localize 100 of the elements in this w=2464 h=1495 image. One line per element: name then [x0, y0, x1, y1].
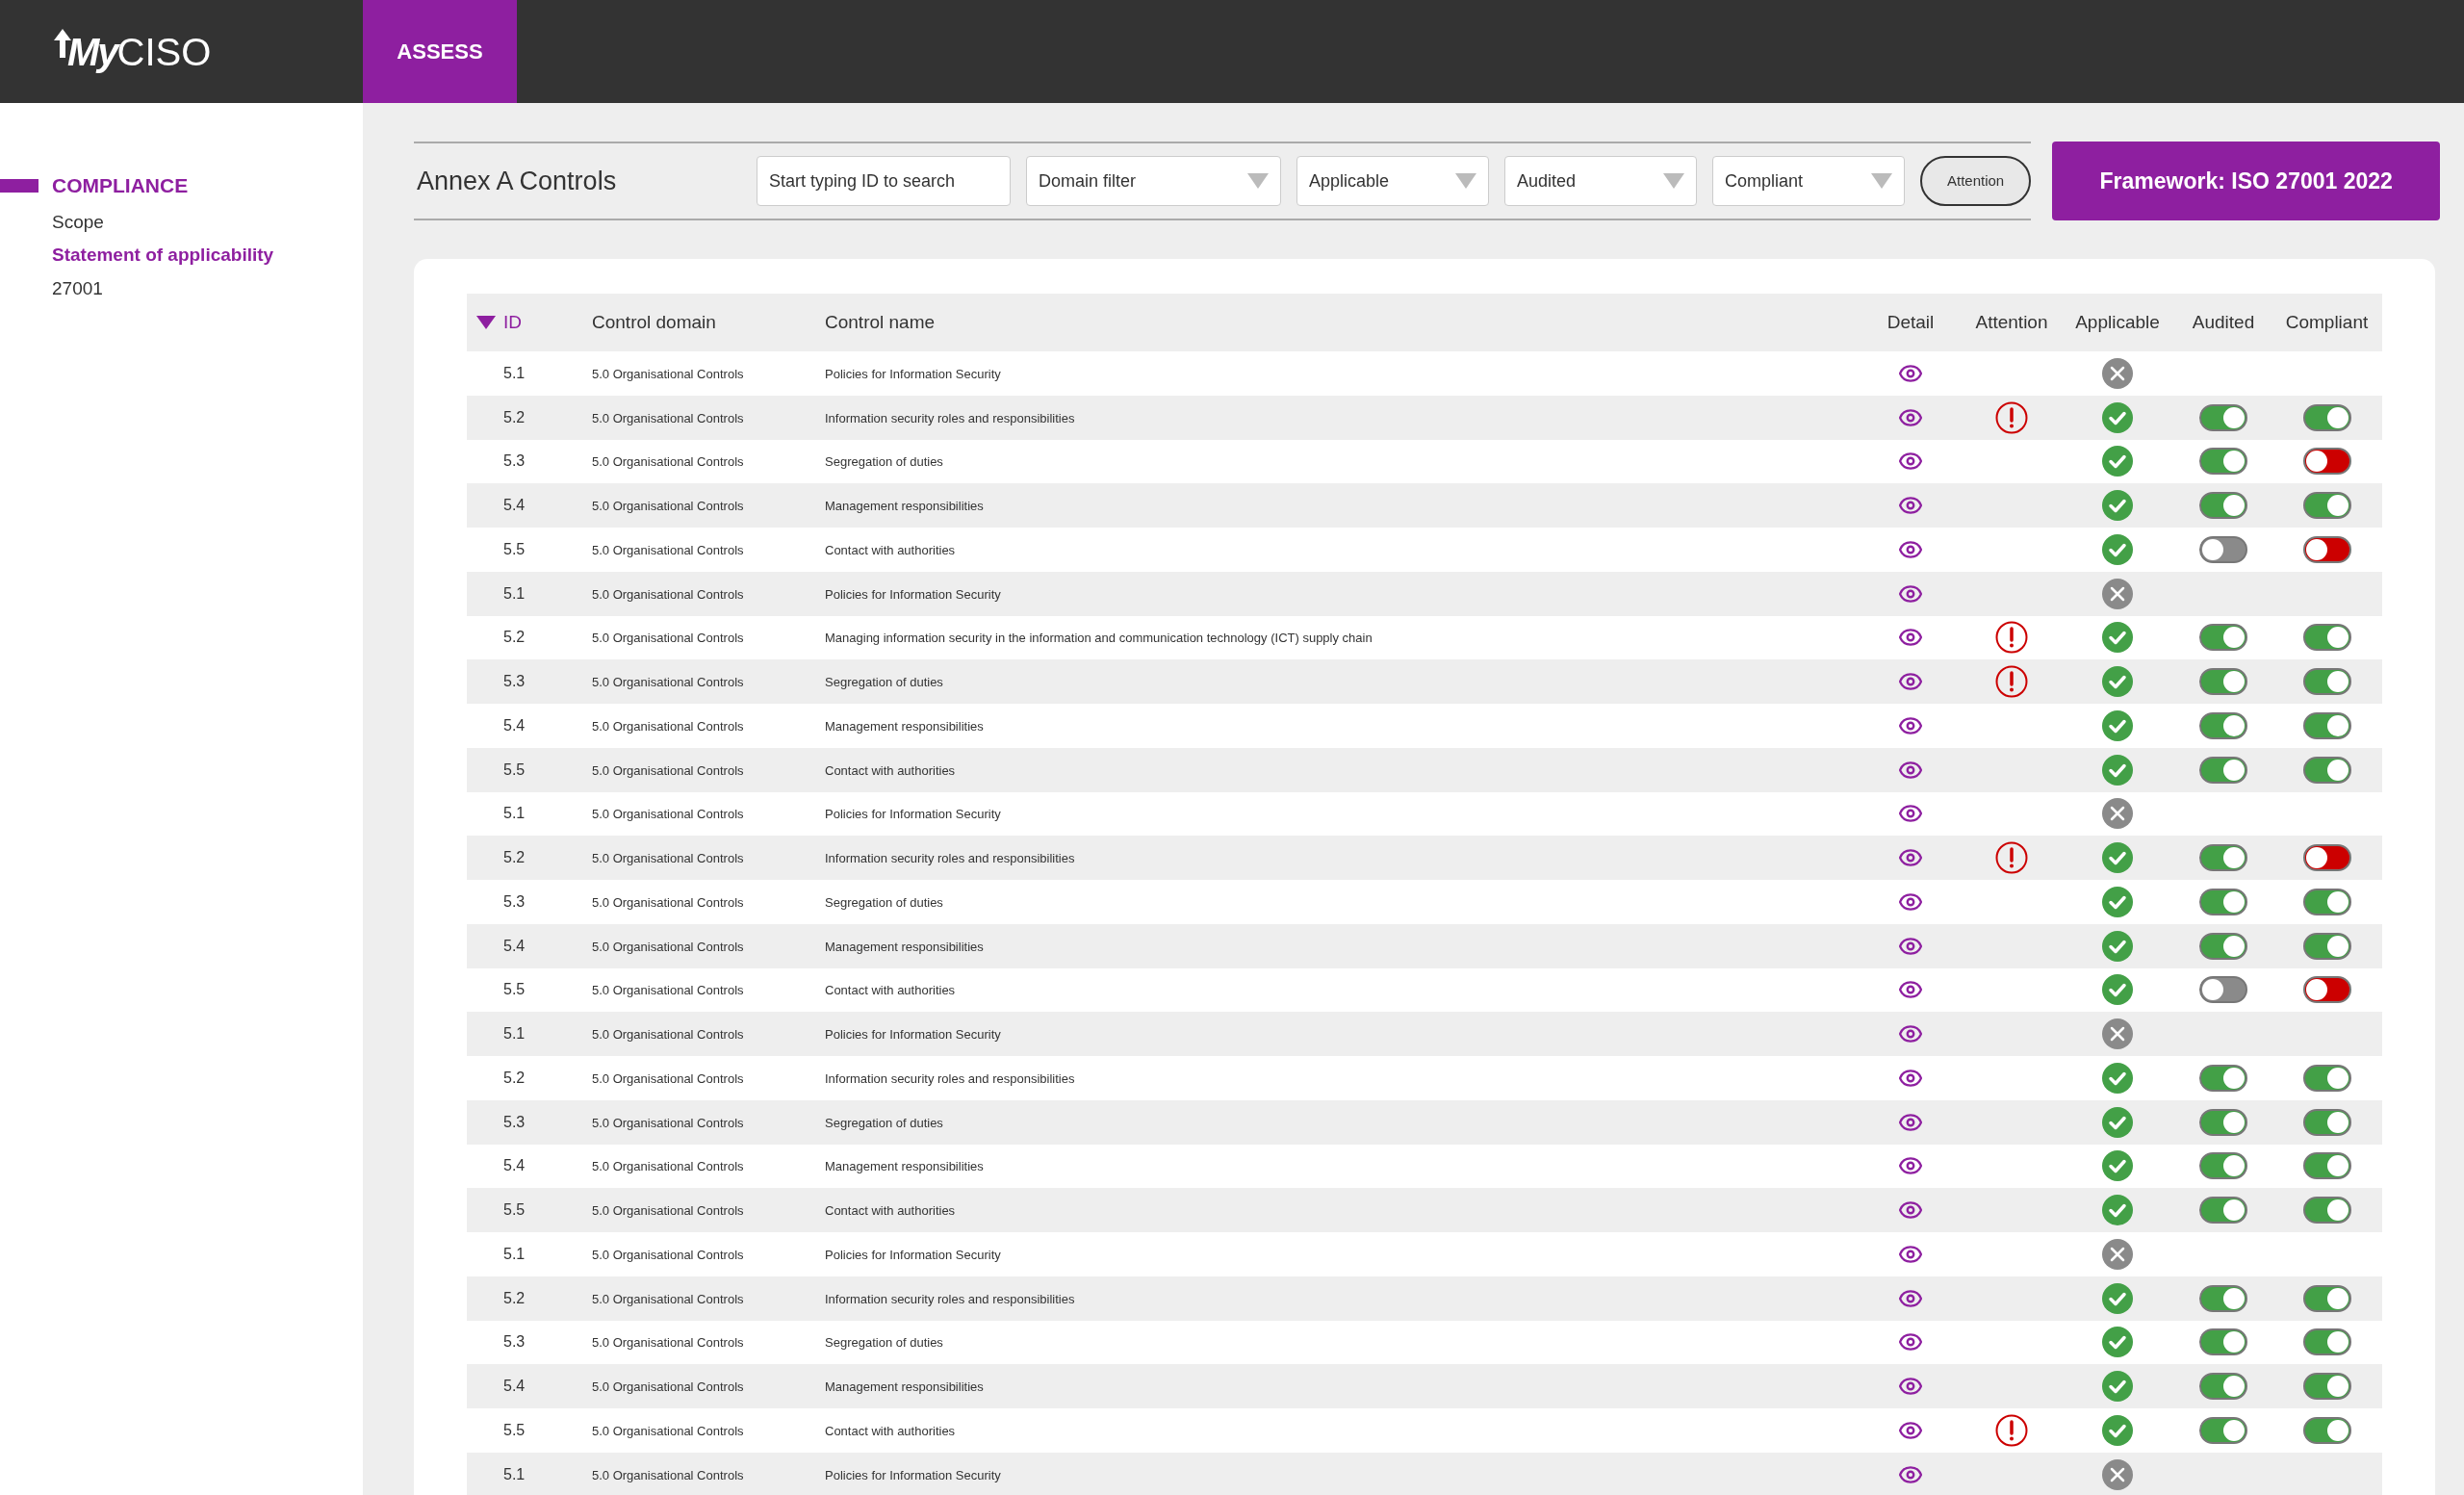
toggle-switch[interactable]	[2199, 1152, 2247, 1180]
nav-tab[interactable]: ASSESS	[363, 0, 517, 103]
table-row[interactable]: 5.3 5.0 Organisational Controls Segregation of duties	[467, 1099, 2382, 1145]
toggle-switch[interactable]	[2302, 403, 2351, 431]
control-name: Policies for Information Security	[825, 807, 1001, 822]
column-header[interactable]: Audited	[2192, 308, 2255, 337]
toggle-switch[interactable]	[2302, 1108, 2351, 1136]
toggle-switch[interactable]	[2302, 1328, 2351, 1356]
toggle-switch[interactable]	[2302, 844, 2351, 872]
table-row[interactable]: 5.2 5.0 Organisational Controls Information security roles and responsibilities	[467, 395, 2382, 440]
toggle-switch[interactable]	[2302, 1152, 2351, 1180]
control-domain: 5.0 Organisational Controls	[592, 675, 744, 690]
toggle-switch[interactable]	[2302, 535, 2351, 563]
toggle-switch[interactable]	[2302, 756, 2351, 784]
column-header[interactable]: ID	[476, 308, 522, 337]
control-name: Information security roles and responsibilities	[825, 1070, 1075, 1086]
toggle-switch[interactable]	[2302, 1416, 2351, 1444]
table-row[interactable]: 5.1 5.0 Organisational Controls Policies for Information Security	[467, 1452, 2382, 1495]
control-id: 5.1	[503, 1025, 526, 1043]
table-row[interactable]: 5.1 5.0 Organisational Controls Policies for Information Security	[467, 1012, 2382, 1056]
toggle-switch[interactable]	[2302, 668, 2351, 696]
column-header[interactable]: Compliant	[2285, 308, 2369, 337]
sidebar-link[interactable]: 27001	[0, 274, 363, 302]
sidebar-link[interactable]: Scope	[0, 208, 363, 236]
control-domain: 5.0 Organisational Controls	[592, 718, 744, 734]
toggle-switch[interactable]	[2199, 932, 2247, 960]
control-name: Policies for Information Security	[825, 1467, 1001, 1482]
filter-dropdown[interactable]: Compliant	[1712, 156, 1905, 206]
toggle-switch[interactable]	[2302, 1284, 2351, 1312]
sidebar-heading[interactable]: COMPLIANCE	[52, 170, 189, 201]
control-name: Policies for Information Security	[825, 1027, 1001, 1043]
control-name: Management responsibilities	[825, 1159, 984, 1174]
column-header[interactable]: Detail	[1886, 308, 1935, 337]
control-id: 5.3	[503, 673, 526, 690]
toggle-switch[interactable]	[2199, 535, 2247, 563]
toggle-switch[interactable]	[2199, 624, 2247, 652]
control-domain: 5.0 Organisational Controls	[592, 586, 744, 602]
table-row[interactable]: 5.3 5.0 Organisational Controls Segregation of duties	[467, 659, 2382, 704]
toggle-switch[interactable]	[2302, 1373, 2351, 1401]
toggle-switch[interactable]	[2199, 1416, 2247, 1444]
toggle-switch[interactable]	[2199, 1284, 2247, 1312]
toggle-switch[interactable]	[2302, 448, 2351, 476]
column-header[interactable]: Control name	[825, 308, 936, 337]
toggle-switch[interactable]	[2302, 1197, 2351, 1224]
control-name: Management responsibilities	[825, 499, 984, 514]
toggle-switch[interactable]	[2302, 888, 2351, 915]
control-domain: 5.0 Organisational Controls	[592, 1203, 744, 1219]
table-row[interactable]: 5.4 5.0 Organisational Controls Management responsibilities	[467, 483, 2382, 528]
control-name: Contact with authorities	[825, 1203, 956, 1219]
table-row[interactable]: 5.1 5.0 Organisational Controls Policies for Information Security	[467, 571, 2382, 616]
toggle-switch[interactable]	[2199, 492, 2247, 520]
toggle-switch[interactable]	[2199, 1197, 2247, 1224]
toggle-switch[interactable]	[2302, 624, 2351, 652]
table-row[interactable]: 5.2 5.0 Organisational Controls Information security roles and responsibilities	[467, 836, 2382, 880]
toggle-switch[interactable]	[2199, 1108, 2247, 1136]
control-domain: 5.0 Organisational Controls	[592, 1070, 744, 1086]
toggle-switch[interactable]	[2199, 448, 2247, 476]
attention-button[interactable]: Attention	[1920, 156, 2032, 206]
control-domain: 5.0 Organisational Controls	[592, 807, 744, 822]
control-name: Segregation of duties	[825, 1335, 943, 1351]
control-domain: 5.0 Organisational Controls	[592, 454, 744, 470]
toggle-switch[interactable]	[2199, 844, 2247, 872]
filter-dropdown[interactable]: Applicable	[1296, 156, 1489, 206]
table-row[interactable]: 5.5 5.0 Organisational Controls Contact with authorities	[467, 1188, 2382, 1232]
control-name: Segregation of duties	[825, 454, 943, 470]
toggle-switch[interactable]	[2199, 1064, 2247, 1092]
control-id: 5.4	[503, 716, 526, 734]
control-id: 5.1	[503, 805, 526, 822]
filter-dropdown[interactable]: Domain filter	[1026, 156, 1281, 206]
column-header[interactable]: Attention	[1975, 308, 2048, 337]
toggle-switch[interactable]	[2302, 492, 2351, 520]
search-field[interactable]: Start typing ID to search	[757, 156, 1011, 206]
table-row[interactable]: 5.5 5.0 Organisational Controls Contact with authorities	[467, 747, 2382, 792]
table-row[interactable]: 5.4 5.0 Organisational Controls Management responsibilities	[467, 1364, 2382, 1408]
logo[interactable]: MyCISO	[0, 0, 363, 103]
column-header[interactable]: Control domain	[592, 308, 716, 337]
toggle-switch[interactable]	[2302, 711, 2351, 739]
table-row[interactable]: 5.4 5.0 Organisational Controls Management responsibilities	[467, 923, 2382, 968]
toggle-switch[interactable]	[2302, 976, 2351, 1004]
toggle-switch[interactable]	[2199, 1328, 2247, 1356]
toggle-switch[interactable]	[2199, 668, 2247, 696]
toggle-switch[interactable]	[2302, 932, 2351, 960]
control-id: 5.5	[503, 760, 526, 778]
framework-button[interactable]: Framework: ISO 27001 2022	[2052, 142, 2441, 220]
toggle-switch[interactable]	[2199, 976, 2247, 1004]
toggle-switch[interactable]	[2199, 403, 2247, 431]
control-domain: 5.0 Organisational Controls	[592, 1115, 744, 1130]
toggle-switch[interactable]	[2199, 888, 2247, 915]
control-name: Contact with authorities	[825, 542, 956, 557]
control-domain: 5.0 Organisational Controls	[592, 762, 744, 778]
toggle-switch[interactable]	[2302, 1064, 2351, 1092]
filter-dropdown[interactable]: Audited	[1504, 156, 1697, 206]
toggle-switch[interactable]	[2199, 711, 2247, 739]
table-row[interactable]: 5.2 5.0 Organisational Controls Information security roles and responsibilities	[467, 1276, 2382, 1321]
toggle-switch[interactable]	[2199, 1373, 2247, 1401]
control-id: 5.2	[503, 1289, 526, 1306]
column-header[interactable]: Applicable	[2075, 308, 2160, 337]
control-name: Contact with authorities	[825, 762, 956, 778]
toggle-switch[interactable]	[2199, 756, 2247, 784]
sidebar-link[interactable]: Statement of applicability	[0, 242, 363, 270]
